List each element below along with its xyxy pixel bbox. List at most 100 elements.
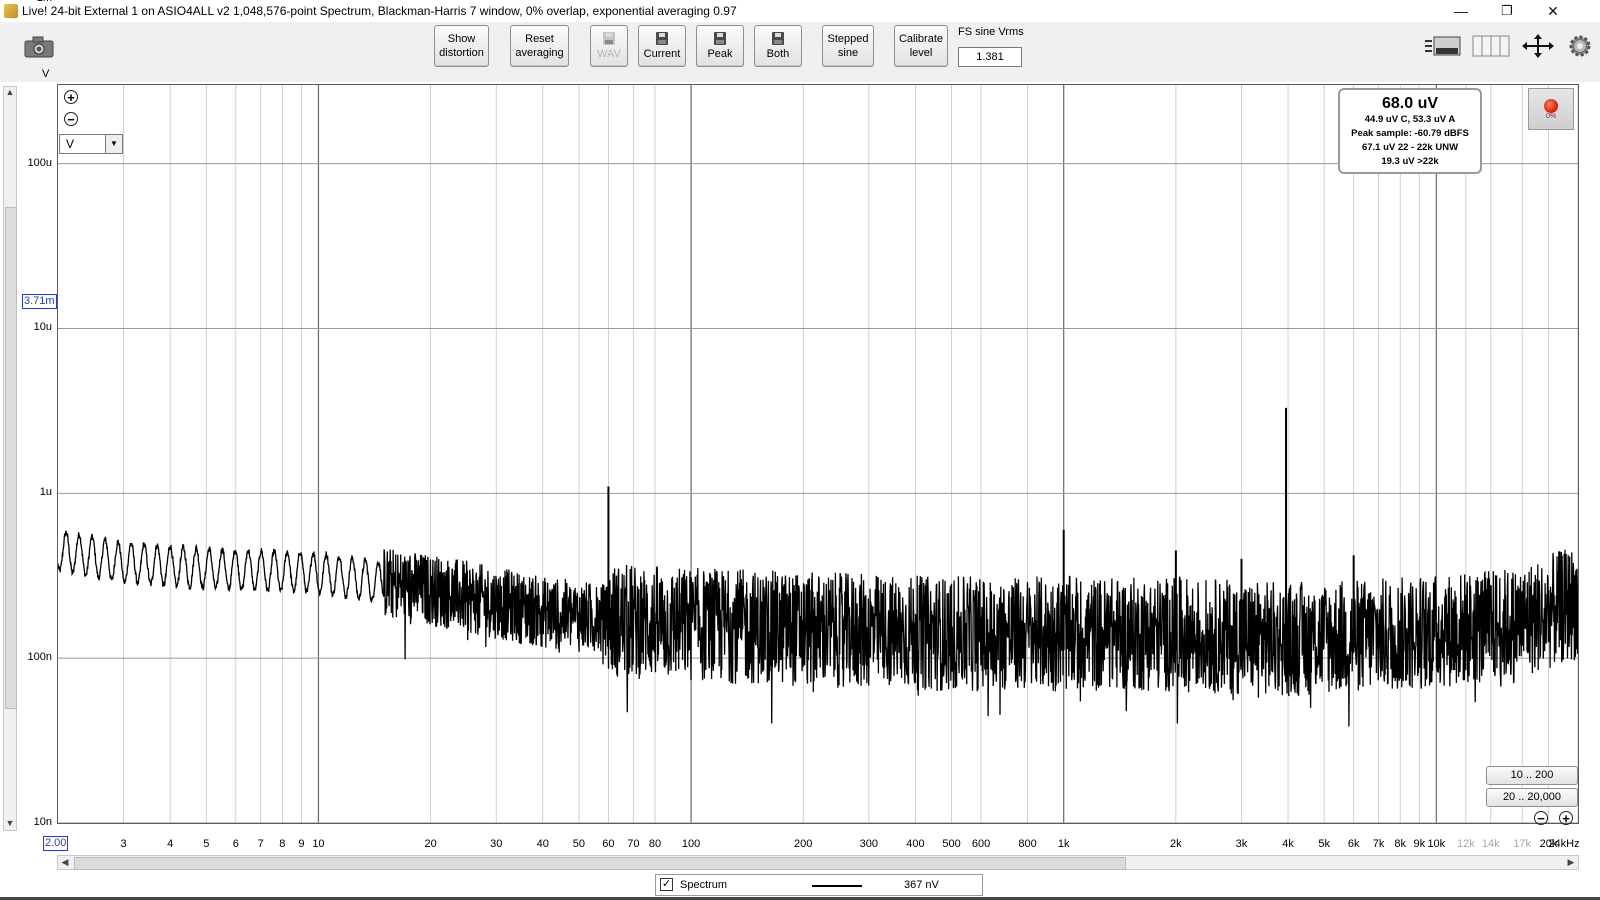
y-tick-label: 1m — [8, 0, 52, 4]
readout-unweighted: 67.1 uV 22 - 22k UNW — [1361, 142, 1459, 153]
chevron-down-icon[interactable]: ▼ — [105, 135, 122, 153]
x-tick-label: 4 — [167, 838, 174, 850]
layout-toggle-icon[interactable] — [1424, 34, 1462, 63]
legend-swatch — [812, 885, 862, 887]
y-tick-label: 100n — [27, 651, 52, 664]
x-tick-label: 5 — [203, 838, 210, 850]
level-readout: 68.0 uV 44.9 uV C, 53.3 uV A Peak sample… — [1338, 88, 1482, 174]
stepped-sine-button[interactable]: Stepped sine — [822, 25, 874, 67]
x-tick-label: 12k — [1456, 838, 1475, 850]
x-tick-label: 3 — [120, 838, 127, 850]
x-tick-label: 10 — [312, 838, 325, 850]
readout-above-22k: 19.3 uV >22k — [1381, 156, 1439, 167]
y-tick-label: 10n — [33, 816, 52, 828]
range-10-200-button[interactable]: 10 .. 200 — [1486, 766, 1578, 785]
floppy-icon — [714, 31, 726, 45]
x-tick-label: 40 — [536, 838, 549, 850]
x-tick-label: 500 — [942, 838, 961, 850]
floppy-icon — [603, 31, 615, 45]
save-peak-button[interactable]: Peak — [696, 25, 744, 67]
spectrum-plot[interactable] — [57, 84, 1579, 824]
x-tick-label: 10k — [1427, 838, 1446, 850]
floppy-icon — [656, 31, 668, 45]
record-icon — [1544, 99, 1558, 113]
fs-sine-input[interactable] — [958, 47, 1022, 67]
title-bar: Live! 24-bit External 1 on ASIO4ALL v2 1… — [0, 0, 1600, 22]
x-tick-label: 60 — [602, 838, 615, 850]
floppy-icon — [772, 31, 784, 45]
x-tick-label: 7 — [257, 838, 264, 850]
scroll-right-icon[interactable]: ▶ — [1565, 857, 1577, 868]
readout-weighted: 44.9 uV C, 53.3 uV A — [1364, 114, 1456, 125]
spectrum-trace — [57, 530, 1579, 727]
panel-layout-icon[interactable] — [1472, 34, 1510, 63]
x-zoom-in-icon[interactable]: + — [1559, 811, 1573, 825]
gear-icon[interactable] — [1568, 34, 1592, 63]
x-tick-label: 5k — [1318, 838, 1330, 850]
window-title: Live! 24-bit External 1 on ASIO4ALL v2 1… — [22, 4, 737, 18]
x-tick-label: 14k — [1481, 838, 1500, 850]
save-current-button[interactable]: Current — [638, 25, 686, 67]
scroll-up-icon[interactable]: ▲ — [4, 87, 16, 97]
x-tick-label: 6 — [232, 838, 239, 850]
horizontal-scrollbar[interactable] — [57, 855, 1579, 870]
zoom-in-icon[interactable]: + — [64, 90, 78, 104]
horizontal-scroll-thumb[interactable] — [74, 857, 1126, 870]
record-percent: 0% — [1545, 113, 1557, 120]
legend-series-name: Spectrum — [680, 879, 728, 891]
camera-icon[interactable] — [24, 36, 54, 63]
close-button[interactable]: ✕ — [1530, 0, 1576, 22]
x-tick-label: 50 — [572, 838, 586, 850]
y-tick-label: 10u — [33, 321, 52, 334]
app-icon — [4, 4, 18, 18]
x-tick-label: 9k — [1413, 838, 1426, 850]
x-tick-label: 4k — [1282, 838, 1294, 850]
spectrum-chart — [57, 85, 1579, 824]
zoom-out-icon[interactable]: − — [64, 112, 78, 126]
wav-button[interactable]: WAV — [590, 25, 628, 67]
y-tick-label: 100u — [27, 156, 52, 169]
x-tick-label: 7k — [1372, 838, 1385, 850]
x-tick-label: 800 — [1018, 838, 1037, 850]
x-tick-label: 600 — [971, 838, 991, 850]
x-tick-label: 3k — [1235, 838, 1248, 850]
legend: ✓ Spectrum 367 nV — [655, 874, 983, 896]
fit-arrows-icon[interactable] — [1520, 32, 1556, 65]
reset-averaging-button[interactable]: Reset averaging — [510, 25, 569, 67]
x-tick-label: 1k — [1057, 838, 1070, 850]
unit-select[interactable]: V ▼ — [59, 134, 123, 154]
save-both-button[interactable]: Both — [754, 25, 802, 67]
x-tick-label: 80 — [648, 838, 662, 850]
x-tick-label: 8k — [1394, 838, 1407, 850]
x-tick-label: 2k — [1170, 838, 1182, 850]
x-tick-label: 100 — [681, 838, 701, 850]
x-tick-label: 17k — [1513, 838, 1532, 850]
fs-sine-label: FS sine Vrms — [958, 26, 1024, 38]
x-tick-label: 8 — [279, 838, 286, 850]
readout-peak-sample: Peak sample: -60.79 dBFS — [1351, 128, 1469, 139]
range-20-20000-button[interactable]: 20 .. 20,000 — [1486, 788, 1578, 807]
x-tick-label: 6k — [1347, 838, 1360, 850]
minimize-button[interactable]: — — [1438, 0, 1484, 22]
x-tick-label: 400 — [906, 838, 925, 850]
x-start-label[interactable]: 2.00 — [43, 836, 69, 851]
record-button[interactable]: 0% — [1528, 88, 1574, 130]
x-tick-label: 200 — [794, 838, 813, 850]
readout-main: 68.0 uV — [1381, 95, 1439, 112]
spectrum-checkbox[interactable]: ✓ — [660, 878, 673, 891]
vertical-scrollbar[interactable] — [3, 86, 17, 831]
calibrate-level-button[interactable]: Calibrate level — [894, 25, 948, 67]
restore-button[interactable]: ❐ — [1484, 0, 1530, 22]
y-unit-label: V — [42, 68, 50, 80]
scroll-left-icon[interactable]: ◀ — [59, 857, 71, 868]
show-distortion-button[interactable]: Show distortion — [434, 25, 489, 67]
x-tick-label: 9 — [298, 838, 305, 850]
x-tick-label: 30 — [490, 838, 503, 850]
marker-level-label[interactable]: 3.71m — [22, 294, 57, 309]
y-tick-label: 1u — [39, 486, 52, 499]
vertical-scroll-thumb[interactable] — [5, 207, 17, 709]
toolbar: Show distortion Reset averaging WAV Curr… — [0, 22, 1600, 82]
x-tick-label: 300 — [859, 838, 879, 850]
x-zoom-out-icon[interactable]: − — [1534, 811, 1548, 825]
legend-series-value: 367 nV — [904, 879, 939, 891]
